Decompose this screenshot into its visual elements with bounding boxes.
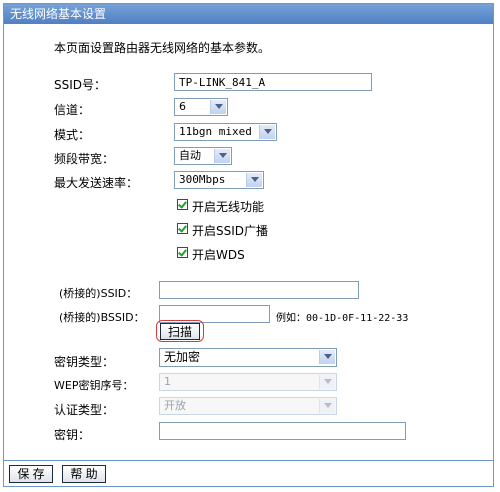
- wep-index-value: 1: [164, 375, 171, 388]
- key-type-select[interactable]: 无加密: [159, 348, 337, 367]
- auth-type-label: 认证类型：: [54, 403, 115, 417]
- key-input[interactable]: [159, 422, 406, 440]
- wep-index-select[interactable]: 1: [159, 373, 337, 391]
- wds-checkbox-label: 开启WDS: [192, 248, 245, 262]
- bandwidth-select[interactable]: 自动: [174, 147, 232, 165]
- check-icon: [178, 223, 187, 233]
- wireless-checkbox[interactable]: [177, 199, 188, 210]
- channel-label: 信道：: [54, 103, 91, 117]
- ssid-input[interactable]: [174, 73, 372, 91]
- mode-label: 模式：: [54, 128, 91, 142]
- bandwidth-value: 自动: [179, 149, 201, 162]
- max-rate-label: 最大发送速率：: [54, 176, 139, 190]
- scan-button[interactable]: 扫描: [160, 323, 200, 340]
- bandwidth-label: 频段带宽：: [54, 152, 115, 166]
- mode-select[interactable]: 11bgn mixed: [174, 123, 277, 141]
- max-rate-select[interactable]: 300Mbps: [174, 171, 264, 189]
- chevron-down-icon: [319, 350, 335, 364]
- max-rate-value: 300Mbps: [179, 173, 226, 186]
- chevron-down-icon: [319, 399, 335, 413]
- window-title: 无线网络基本设置: [4, 4, 493, 24]
- intro-text: 本页面设置路由器无线网络的基本参数。: [54, 41, 271, 55]
- bridged-ssid-label: (桥接的)SSID：: [59, 287, 138, 300]
- check-icon: [178, 247, 187, 257]
- chevron-down-icon: [319, 375, 335, 389]
- channel-select[interactable]: 6: [174, 98, 228, 116]
- ssid-label: SSID号：: [54, 78, 107, 92]
- key-label: 密钥：: [54, 428, 91, 442]
- help-button[interactable]: 帮 助: [62, 465, 106, 483]
- chevron-down-icon: [210, 100, 226, 114]
- chevron-down-icon: [214, 149, 230, 163]
- save-button[interactable]: 保 存: [9, 465, 53, 483]
- bridged-bssid-label: (桥接的)BSSID：: [59, 311, 145, 324]
- bridged-ssid-input[interactable]: [159, 281, 359, 299]
- key-type-value: 无加密: [164, 350, 201, 364]
- auth-type-value: 开放: [164, 399, 186, 412]
- check-icon: [178, 199, 187, 209]
- ssid-broadcast-checkbox[interactable]: [177, 223, 188, 234]
- wireless-checkbox-label: 开启无线功能: [192, 200, 265, 214]
- chevron-down-icon: [246, 173, 262, 187]
- bssid-example-text: 例如：00-1D-0F-11-22-33: [276, 313, 409, 324]
- chevron-down-icon: [259, 125, 275, 139]
- ssid-broadcast-checkbox-label: 开启SSID广播: [192, 224, 269, 238]
- wep-index-label: WEP密钥序号：: [54, 379, 134, 392]
- key-type-label: 密钥类型：: [54, 355, 115, 369]
- channel-value: 6: [179, 100, 186, 113]
- mode-value: 11bgn mixed: [179, 125, 252, 138]
- auth-type-select[interactable]: 开放: [159, 397, 337, 415]
- settings-panel: 无线网络基本设置 本页面设置路由器无线网络的基本参数。 SSID号： 信道： 6…: [3, 3, 494, 487]
- wds-checkbox[interactable]: [177, 247, 188, 258]
- footer-divider: [4, 460, 493, 461]
